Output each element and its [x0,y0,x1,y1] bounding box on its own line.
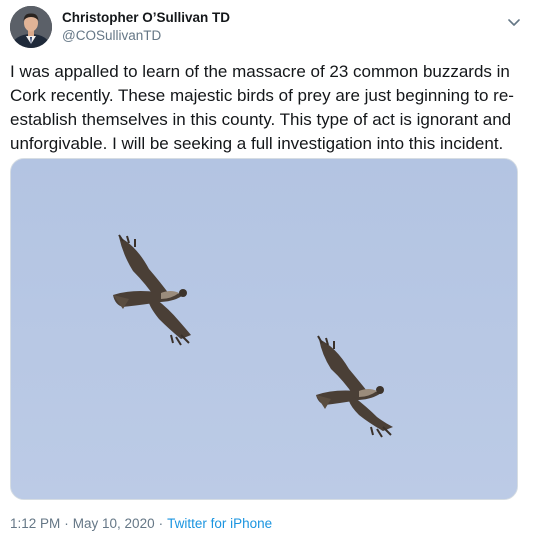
author-handle[interactable]: @COSullivanTD [62,28,161,43]
tweet-time[interactable]: 1:12 PM [10,516,60,531]
tweet-meta: 1:12 PM · May 10, 2020 · Twitter for iPhone [10,516,272,531]
tweet-card: Christopher O’Sullivan TD @COSullivanTD … [0,0,536,537]
chevron-down-icon[interactable] [506,14,522,30]
meta-separator: · [158,516,164,531]
author-name[interactable]: Christopher O’Sullivan TD [62,10,230,25]
tweet-date[interactable]: May 10, 2020 [73,516,155,531]
tweet-source[interactable]: Twitter for iPhone [167,516,272,531]
tweet-photo[interactable] [10,158,518,500]
avatar[interactable] [10,6,52,48]
tweet-text: I was appalled to learn of the massacre … [10,62,514,153]
meta-separator: · [64,516,69,531]
